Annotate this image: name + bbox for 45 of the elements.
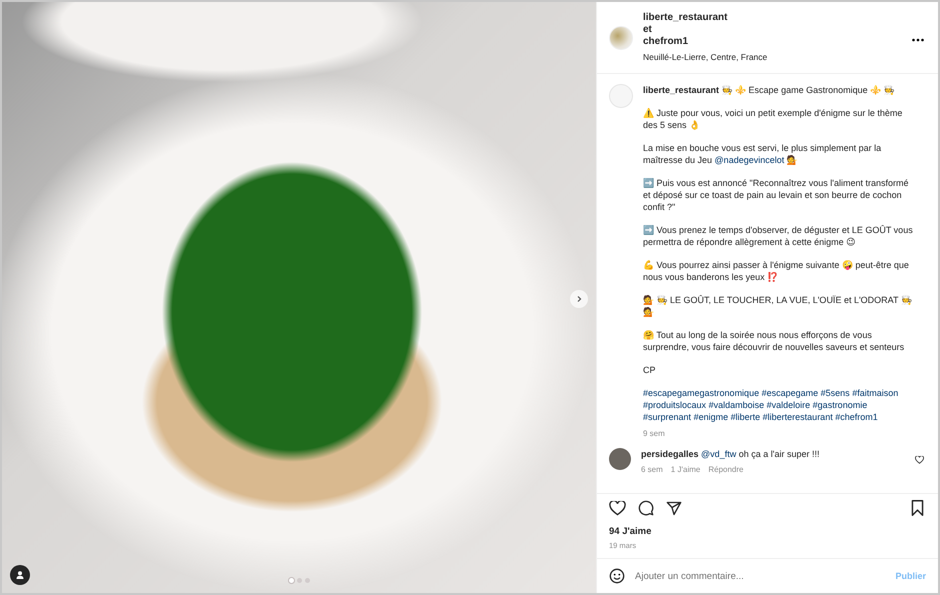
person-icon	[15, 570, 25, 580]
hashtag-link[interactable]: #liberterestaurant	[762, 412, 833, 422]
carousel-dot[interactable]	[304, 578, 310, 583]
carousel-dot[interactable]	[288, 578, 294, 583]
caption-paragraph: ➡ Puis vous est annoncé "Reconnaîtrez vous l'aliment transformé et déposé sur ce toast de pain au levain et son beurre de cochon confit ?"	[643, 177, 910, 213]
comment-age: 6 sem	[641, 464, 663, 476]
mention-link[interactable]: @vd_ftw	[701, 449, 736, 459]
caption-paragraph: ⚠ Juste pour vous, voici un petit exemple d'énigme sur le thème des 5 sens 👌	[643, 107, 904, 131]
share-icon[interactable]	[666, 500, 682, 516]
hashtag-link[interactable]: #liberte	[730, 412, 760, 422]
caption-paragraph: 💪 Vous pourrez ainsi passer à l'énigme suivante 🤪 peut-être que nous vous banderons les yeux ⁉	[643, 259, 910, 283]
caption-paragraph: 🤗 Tout au long de la soirée nous nous efforçons de vous surprendre, vous faire découvrir de nouvelles saveurs et senteurs	[643, 329, 906, 353]
hashtag-link[interactable]: #escapegamegastronomique	[643, 388, 760, 398]
mention-link[interactable]: @nadegevincelot	[714, 155, 784, 165]
hashtag-link[interactable]: #chefrom1	[835, 412, 878, 422]
caption-paragraph: La mise en bouche vous est servi, le plus simplement par la maîtresse du Jeu @nadegevincelot 💁	[643, 142, 882, 166]
hashtag-link[interactable]: #valdeloire	[766, 400, 810, 410]
avatar[interactable]	[609, 448, 631, 470]
username-link[interactable]: liberte_restaurant	[643, 85, 720, 95]
chevron-right-icon	[575, 295, 583, 303]
caption-title: 🧑‍🍳 ⚜ Escape game Gastronomique ⚜ 🧑‍🍳	[722, 85, 895, 95]
carousel-dot[interactable]	[296, 578, 302, 583]
caption-paragraph: 💁 🧑‍🍳 LE GOÛT, LE TOUCHER, LA VUE, L'OUÏE et L'ODORAT 🧑‍🍳 💁	[643, 294, 913, 318]
username-link[interactable]: chefrom1	[643, 36, 902, 48]
hashtag-link[interactable]: #produitslocaux	[643, 400, 706, 410]
comment-field[interactable]: Ajouter un commentaire...	[635, 570, 886, 582]
hashtag-link[interactable]: #5sens	[820, 388, 850, 398]
hashtag-link[interactable]: #surprenant	[643, 412, 692, 422]
username-link[interactable]: liberte_restaurant	[643, 12, 902, 24]
comment-text: persidegalles @vd_ftw oh ça a l'air super !!!	[641, 448, 820, 460]
hashtag-link[interactable]: #faitmaison	[852, 388, 898, 398]
hashtag-link[interactable]: #valdamboise	[708, 400, 764, 410]
location-link[interactable]: Neuillé-Le-Lierre, Centre, France	[643, 51, 902, 63]
like-icon[interactable]	[609, 500, 626, 516]
likes-count[interactable]: 94 J'aime	[609, 526, 924, 537]
caption-paragraph: CP	[643, 364, 657, 376]
post-age: 9 sem	[643, 428, 666, 440]
bookmark-icon[interactable]	[911, 500, 924, 516]
conjunction-text: et	[643, 24, 653, 36]
hashtag-link[interactable]: #gastronomie	[812, 400, 868, 410]
emoji-icon[interactable]	[609, 568, 625, 584]
hashtag-link[interactable]: #enigme	[694, 412, 728, 422]
caption-paragraph: ➡ Vous prenez le temps d'observer, de déguster et LE GOÛT vous permettra de répondre allègrement à cette énigme 😉	[643, 224, 914, 248]
hashtag-link[interactable]: #escapegame	[762, 388, 818, 398]
comment-icon[interactable]	[638, 500, 654, 516]
